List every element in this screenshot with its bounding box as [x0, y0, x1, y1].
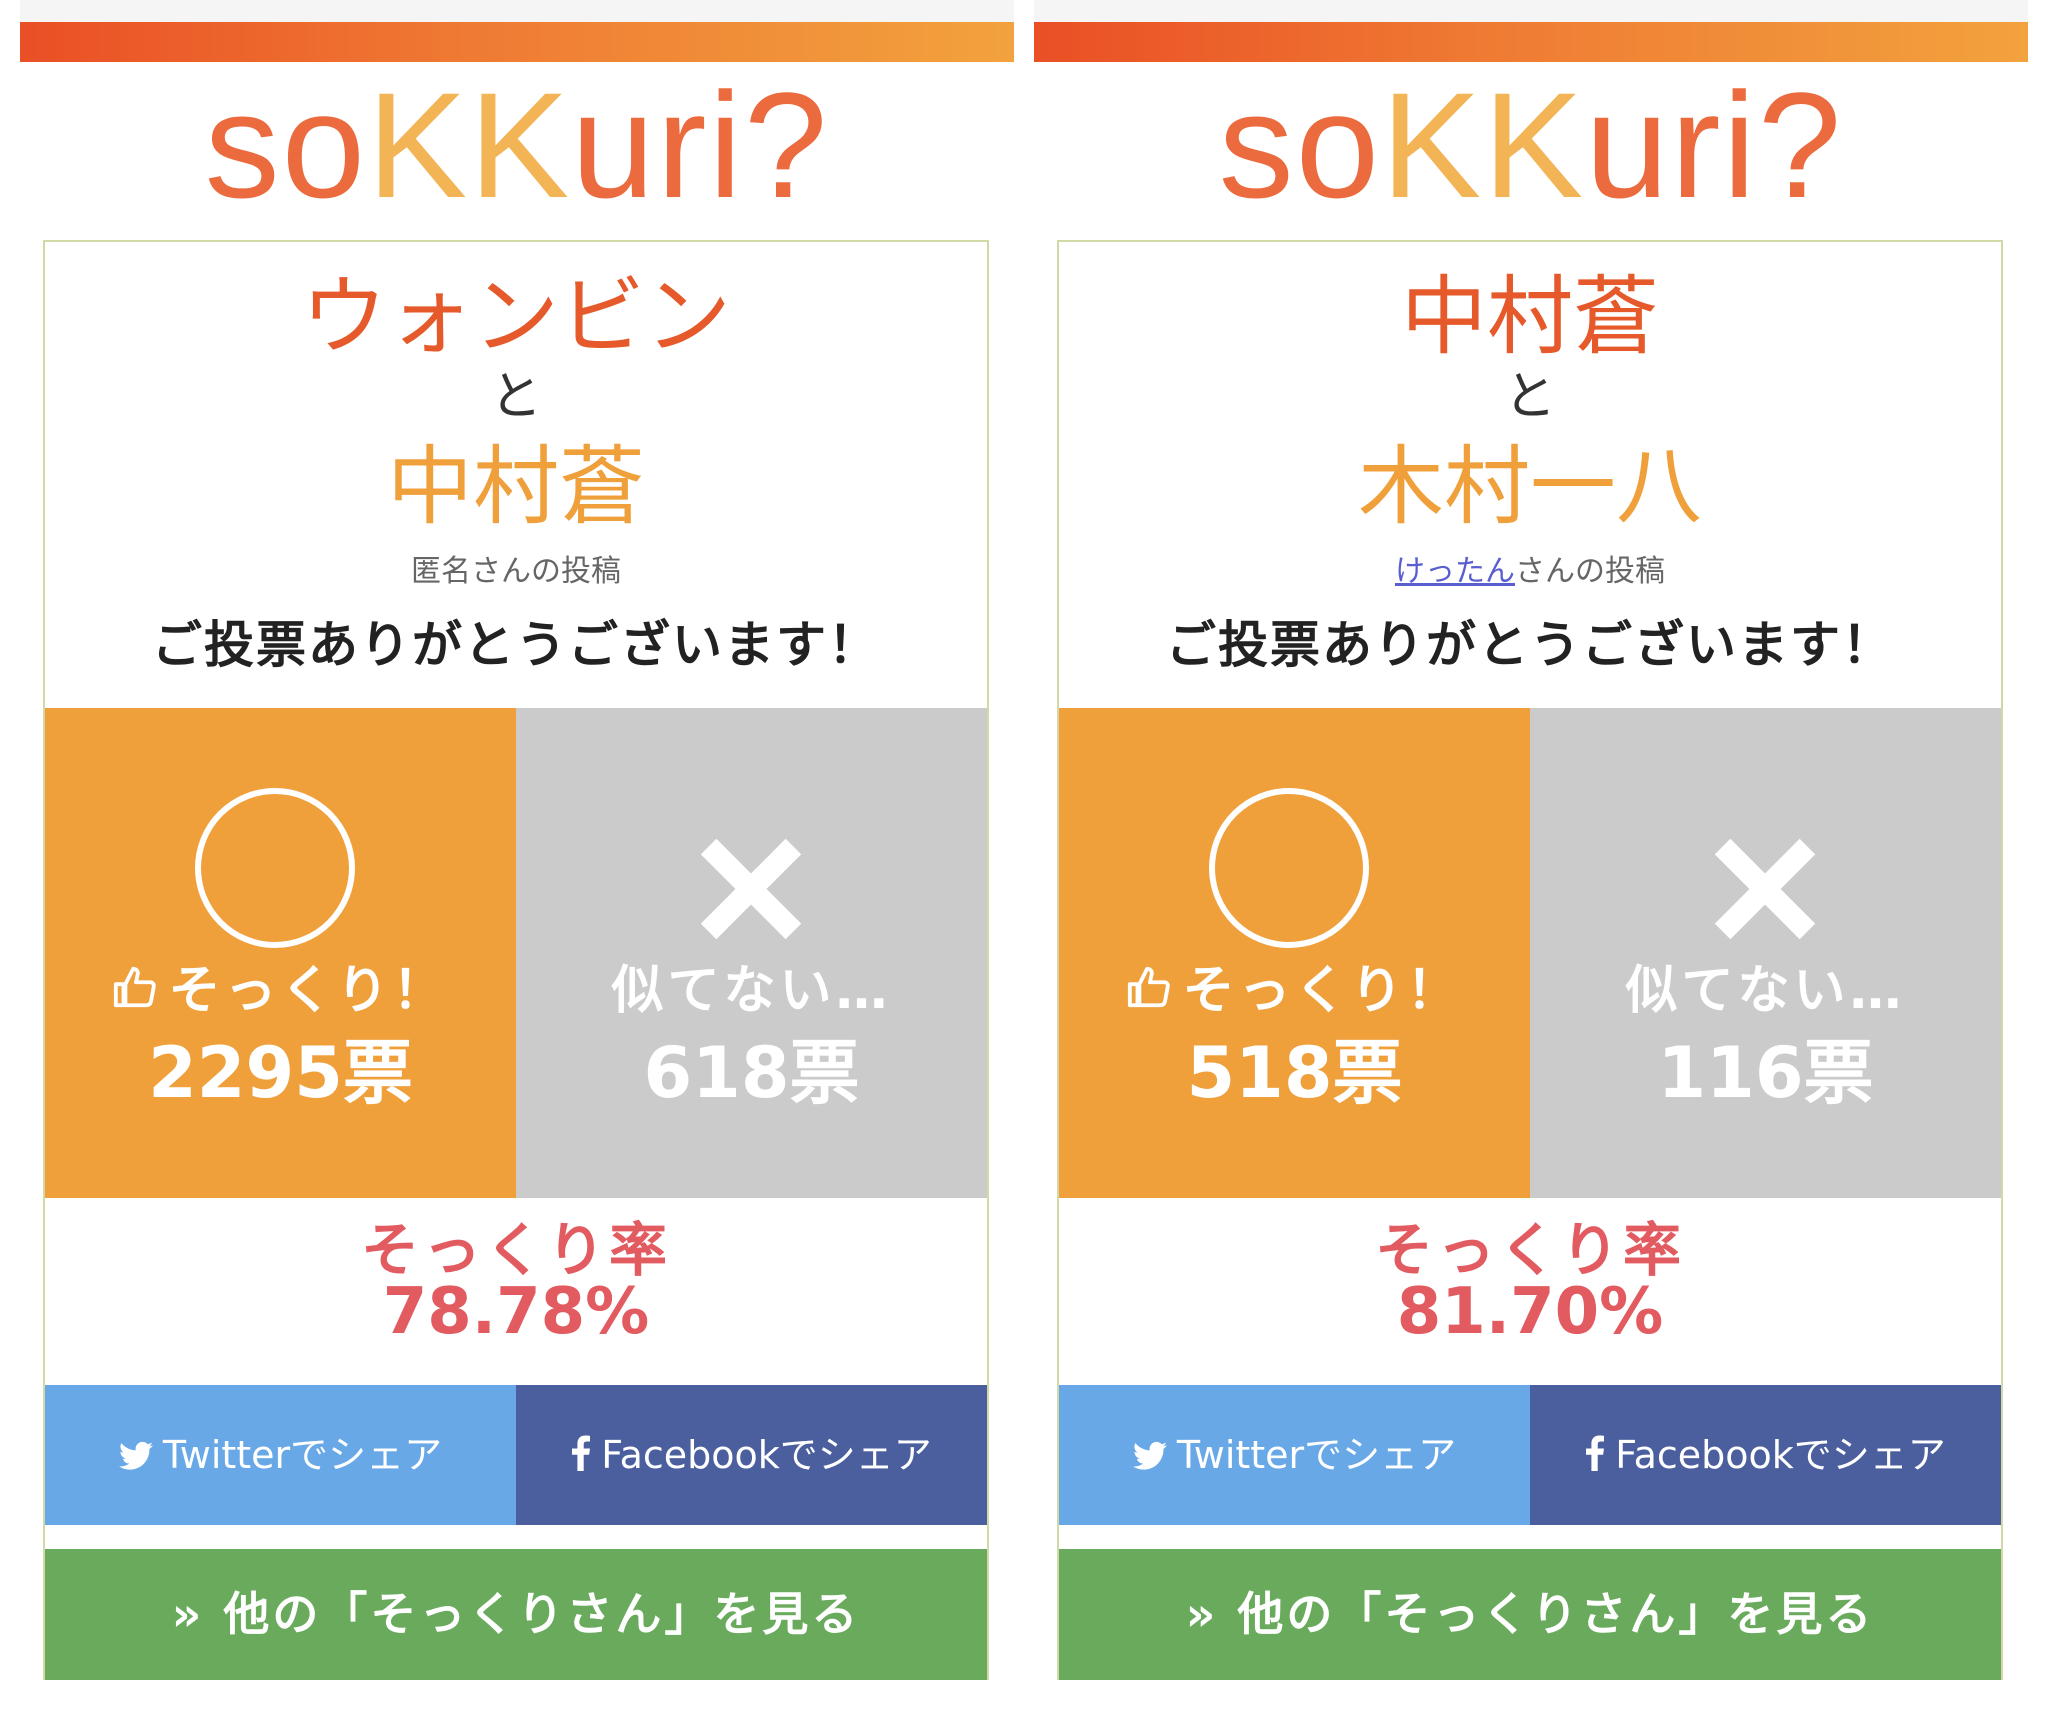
thanks-message: ご投票ありがとうございます！: [1166, 616, 1894, 674]
poster-line: けったんさんの投稿: [1059, 552, 2001, 592]
result-card: ウォンビン と 中村蒼 匿名さんの投稿 ご投票ありがとうございます！ そっくり！…: [43, 240, 989, 1680]
logo-part-3: uri?: [571, 61, 830, 229]
logo-part-1: so: [204, 61, 368, 229]
result-card: 中村蒼 と 木村一八 けったんさんの投稿 ご投票ありがとうございます！ そっくり…: [1057, 240, 2003, 1680]
vote-yes-label: そっくり！: [168, 961, 449, 1021]
circle-icon: [1209, 788, 1369, 948]
poster-line: 匿名さんの投稿: [45, 552, 987, 592]
header-gradient-bar: [20, 22, 1014, 62]
vote-no-label: 似てない…: [1625, 961, 1906, 1021]
vote-no-box[interactable]: 似てない… 618票: [516, 708, 987, 1198]
result-panel-1: soKKuri? ウォンビン と 中村蒼 匿名さんの投稿 ご投票ありがとうござい…: [20, 0, 1014, 1721]
vote-yes-label-row: そっくり！: [45, 958, 516, 1027]
poster-user: 匿名: [411, 554, 471, 589]
facebook-share-button[interactable]: Facebookでシェア: [1530, 1385, 2001, 1525]
connector-text: と: [1503, 367, 1556, 427]
facebook-f-icon: [571, 1388, 591, 1528]
twitter-share-label: Twitterでシェア: [162, 1433, 443, 1477]
thumbs-up-icon: [112, 961, 158, 1027]
person-name-2: 中村蒼: [387, 437, 645, 537]
vote-yes-box[interactable]: そっくり！ 518票: [1059, 708, 1530, 1198]
vote-no-count: 618票: [643, 1032, 860, 1114]
poster-user-link[interactable]: けったん: [1395, 554, 1515, 589]
status-strip: [20, 0, 1014, 22]
person-name-1: ウォンビン: [301, 267, 731, 367]
twitter-bird-icon: [1132, 1388, 1167, 1528]
similarity-rate-value: 81.70%: [1396, 1275, 1664, 1349]
vote-yes-label: そっくり！: [1182, 961, 1463, 1021]
vote-no-box[interactable]: 似てない… 116票: [1530, 708, 2001, 1198]
vote-yes-box[interactable]: そっくり！ 2295票: [45, 708, 516, 1198]
site-logo[interactable]: soKKuri?: [20, 70, 1014, 220]
facebook-share-button[interactable]: Facebookでシェア: [516, 1385, 987, 1525]
similarity-rate-label: そっくり率: [1374, 1216, 1685, 1284]
thanks-message: ご投票ありがとうございます！: [152, 616, 880, 674]
vote-no-label: 似てない…: [611, 961, 892, 1021]
twitter-share-label: Twitterでシェア: [1176, 1433, 1457, 1477]
similarity-rate-label: そっくり率: [360, 1216, 671, 1284]
facebook-share-label: Facebookでシェア: [601, 1433, 932, 1477]
logo-part-3: uri?: [1585, 61, 1844, 229]
thumbs-up-icon: [1126, 961, 1172, 1027]
logo-part-2: KK: [367, 61, 572, 229]
similarity-rate-value: 78.78%: [382, 1275, 650, 1349]
cross-icon: [701, 838, 801, 938]
vote-yes-count: 2295票: [148, 1032, 413, 1114]
twitter-share-button[interactable]: Twitterでシェア: [45, 1385, 516, 1525]
see-more-button[interactable]: » 他の「そっくりさん」を見る: [1059, 1549, 2001, 1680]
see-more-button[interactable]: » 他の「そっくりさん」を見る: [45, 1549, 987, 1680]
poster-suffix: さんの投稿: [1515, 554, 1665, 589]
twitter-bird-icon: [118, 1388, 153, 1528]
facebook-share-label: Facebookでシェア: [1615, 1433, 1946, 1477]
connector-text: と: [489, 367, 542, 427]
person-name-1: 中村蒼: [1401, 267, 1659, 367]
result-panel-2: soKKuri? 中村蒼 と 木村一八 けったんさんの投稿 ご投票ありがとうござ…: [1034, 0, 2028, 1721]
circle-icon: [195, 788, 355, 948]
vote-yes-count: 518票: [1186, 1032, 1403, 1114]
status-strip: [1034, 0, 2028, 22]
logo-part-1: so: [1218, 61, 1382, 229]
vote-no-count: 116票: [1657, 1032, 1874, 1114]
header-gradient-bar: [1034, 22, 2028, 62]
vote-yes-label-row: そっくり！: [1059, 958, 1530, 1027]
logo-part-2: KK: [1381, 61, 1586, 229]
poster-suffix: さんの投稿: [471, 554, 621, 589]
facebook-f-icon: [1585, 1388, 1605, 1528]
person-name-2: 木村一八: [1358, 437, 1702, 537]
cross-icon: [1715, 838, 1815, 938]
site-logo[interactable]: soKKuri?: [1034, 70, 2028, 220]
twitter-share-button[interactable]: Twitterでシェア: [1059, 1385, 1530, 1525]
